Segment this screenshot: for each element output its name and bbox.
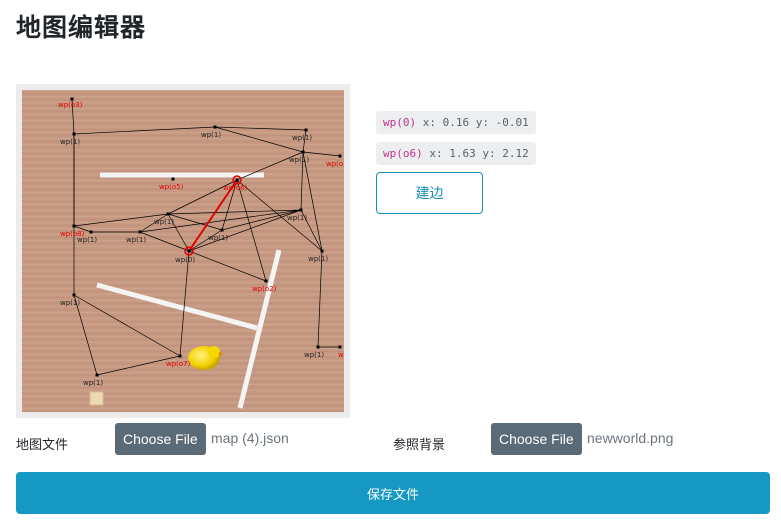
waypoint-label: wp(o7) <box>166 360 191 368</box>
x-label: x: <box>429 147 443 160</box>
build-edge-button[interactable]: 建边 <box>376 172 483 214</box>
x-label: x: <box>422 116 436 129</box>
waypoint-label: wp(1) <box>77 236 97 244</box>
map-canvas[interactable]: wp(o3) wp(1) wp(1) wp(1) wp(1) wp(o1) wp(o5) wp… <box>22 90 344 412</box>
waypoint-label: wp(o4) <box>338 351 344 359</box>
waypoint-dot <box>235 178 239 182</box>
waypoint-dot <box>304 128 308 132</box>
waypoint-label: wp(1) <box>308 255 328 263</box>
waypoint-dot <box>220 228 224 232</box>
waypoint-dot <box>301 150 305 154</box>
waypoint-label: wp(o1) <box>326 160 344 168</box>
background-file-label: 参照背景 <box>393 438 446 453</box>
waypoint-label: wp(1) <box>201 131 221 139</box>
map-file-label: 地图文件 <box>16 438 69 453</box>
background-file-name: newworld.png <box>587 430 674 446</box>
waypoint-label: wp(1) <box>60 299 80 307</box>
waypoint-label: wp(1) <box>126 236 146 244</box>
waypoint-dot <box>264 279 268 283</box>
waypoint-label: wp(1) <box>208 234 228 242</box>
crate-object <box>89 391 104 406</box>
waypoint-dot <box>338 345 342 349</box>
x-value: 0.16 <box>442 116 470 129</box>
waypoint-label: wp(1) <box>289 156 309 164</box>
y-value: -0.01 <box>495 116 529 129</box>
waypoint-label: wp(1) <box>287 214 307 222</box>
waypoint-label: wp(1) <box>154 218 174 226</box>
waypoint-name: wp(o6) <box>383 147 423 160</box>
waypoint-dot <box>320 249 324 253</box>
waypoint-label: wp(o2) <box>252 285 277 293</box>
waypoint-dot <box>316 345 320 349</box>
waypoint-name: wp(0) <box>383 116 417 129</box>
waypoint-dot <box>89 230 93 234</box>
waypoint-dot <box>166 212 170 216</box>
waypoint-dot <box>72 293 76 297</box>
waypoint-label: wp(1) <box>304 351 324 359</box>
background-file-choose-button[interactable]: Choose File <box>491 423 582 455</box>
waypoint-dot <box>213 125 217 129</box>
waypoint-dot <box>72 132 76 136</box>
y-label: y: <box>482 147 496 160</box>
waypoint-dot <box>187 249 191 253</box>
map-file-choose-button[interactable]: Choose File <box>115 423 206 455</box>
selected-waypoint-to: wp(o6) x: 1.63 y: 2.12 <box>376 142 536 165</box>
selected-waypoint-from: wp(0) x: 0.16 y: -0.01 <box>376 111 536 134</box>
waypoint-label: wp(o3) <box>58 101 83 109</box>
waypoint-label: wp(0) <box>175 256 195 264</box>
map-file-name: map (4).json <box>211 430 289 446</box>
waypoint-dot <box>299 208 303 212</box>
y-value: 2.12 <box>502 147 529 160</box>
x-value: 1.63 <box>449 147 476 160</box>
waypoint-dot <box>72 224 76 228</box>
waypoint-dot <box>178 354 182 358</box>
page-title: 地图编辑器 <box>16 13 147 42</box>
waypoint-label: wp(1) <box>83 379 103 387</box>
waypoint-label: wp(o5) <box>159 183 184 191</box>
y-label: y: <box>475 116 489 129</box>
map-preview-panel: wp(o3) wp(1) wp(1) wp(1) wp(1) wp(o1) wp(o5) wp… <box>16 84 350 418</box>
waypoint-dot <box>338 154 342 158</box>
map-svg[interactable]: wp(o3) wp(1) wp(1) wp(1) wp(1) wp(o1) wp(o5) wp… <box>22 90 344 412</box>
waypoint-label: wp(1) <box>60 138 80 146</box>
waypoint-dot <box>171 177 175 181</box>
waypoint-dot <box>95 373 99 377</box>
save-file-button[interactable]: 保存文件 <box>16 472 770 514</box>
waypoint-dot <box>138 230 142 234</box>
waypoint-label: wp(o6) <box>223 184 248 192</box>
waypoint-label: wp(1) <box>292 134 312 142</box>
